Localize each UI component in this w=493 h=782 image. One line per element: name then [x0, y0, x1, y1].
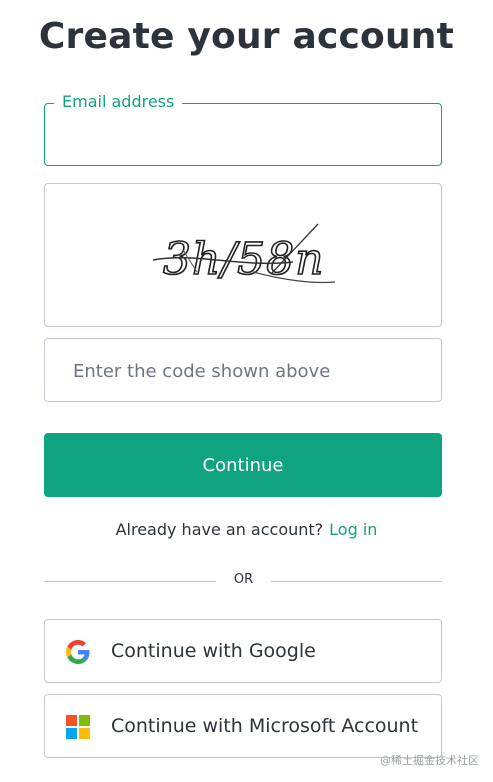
continue-with-microsoft-button[interactable]: Continue with Microsoft Account: [44, 694, 442, 758]
divider-line-left: [44, 581, 216, 582]
microsoft-icon: [66, 715, 90, 739]
email-field[interactable]: [60, 120, 424, 152]
captcha-image: 3h/58n: [153, 223, 336, 286]
continue-with-google-button[interactable]: Continue with Google: [44, 619, 442, 683]
login-prompt: Already have an account? Log in: [0, 520, 493, 539]
google-button-label: Continue with Google: [111, 640, 316, 662]
continue-button[interactable]: Continue: [44, 433, 442, 497]
google-icon: [66, 640, 90, 664]
email-field-label: Email address: [54, 92, 183, 111]
divider-line-right: [271, 581, 442, 582]
captcha-code-container[interactable]: [44, 338, 442, 402]
page-title: Create your account: [38, 16, 455, 57]
captcha-container: 3h/58n: [44, 183, 442, 327]
divider-or-text: OR: [233, 572, 254, 587]
captcha-code-input[interactable]: [71, 355, 425, 387]
login-prompt-text: Already have an account?: [115, 520, 324, 539]
microsoft-button-label: Continue with Microsoft Account: [111, 715, 419, 737]
watermark: @稀土掘金技术社区: [380, 754, 479, 767]
captcha-text: 3h/58n: [163, 234, 324, 285]
login-link[interactable]: Log in: [329, 520, 377, 539]
